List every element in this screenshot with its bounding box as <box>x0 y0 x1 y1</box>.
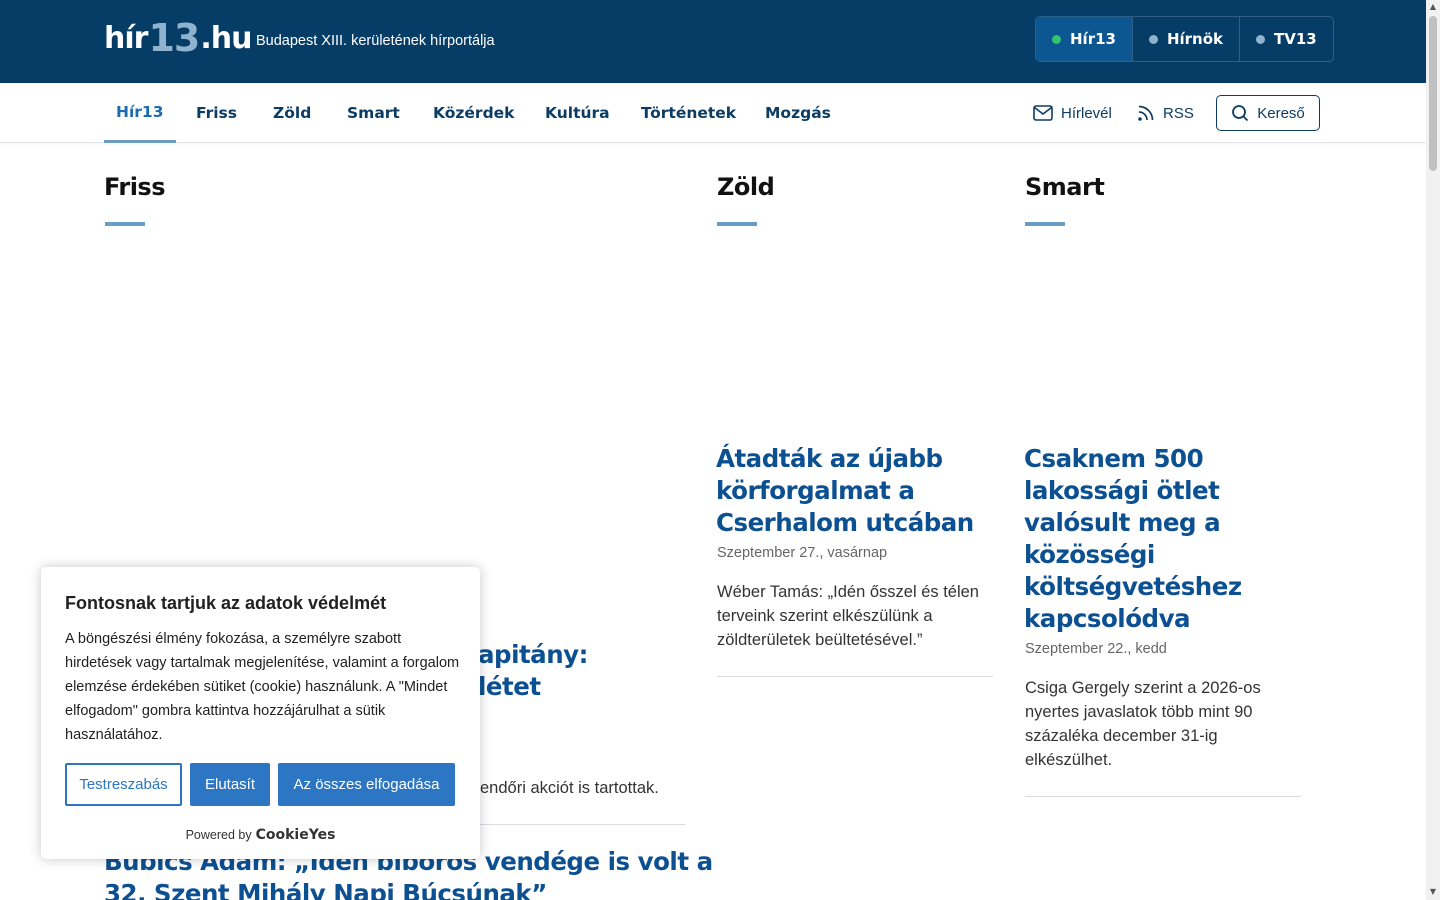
section-underline <box>105 222 145 226</box>
article-divider <box>717 676 993 677</box>
nav-item-smart[interactable]: Smart <box>347 83 400 143</box>
scroll-up-icon[interactable]: ▲ <box>1428 3 1438 11</box>
article-date: Szeptember 22., kedd <box>1025 641 1167 657</box>
site-tagline: Budapest XIII. kerületének hírportálja <box>256 33 495 49</box>
reject-button[interactable]: Elutasít <box>190 763 270 806</box>
article-title[interactable]: valósult meg a <box>1024 507 1221 539</box>
nav-item-friss[interactable]: Friss <box>196 83 237 143</box>
nav-item-kozerdek[interactable]: Közérdek <box>433 83 514 143</box>
cookie-consent-dialog: Fontosnak tartjuk az adatok védelmét A b… <box>41 567 480 859</box>
powered-by: Powered by CookieYes <box>41 827 480 843</box>
site-switch-label: TV13 <box>1274 30 1317 48</box>
nav-item-hir13[interactable]: Hír13 <box>104 83 176 143</box>
article-lead: zöldterületek beültetésével.” <box>717 631 923 649</box>
article-title[interactable]: kapcsolódva <box>1024 603 1191 635</box>
search-button[interactable]: Kereső <box>1216 95 1320 131</box>
site-switch-hirnok[interactable]: Hírnök <box>1131 17 1239 61</box>
cookie-body: A böngészési élmény fokozása, a személyr… <box>65 631 460 743</box>
section-title-friss: Friss <box>104 173 166 201</box>
article-title[interactable]: Átadták az újabb <box>716 443 943 475</box>
article-lead: elkészülhet. <box>1025 751 1113 769</box>
nav-item-zold[interactable]: Zöld <box>273 83 311 143</box>
rss-icon <box>1138 105 1154 121</box>
article-lead: endőri akciót is tartottak. <box>480 779 659 797</box>
search-label: Kereső <box>1257 104 1305 122</box>
article-title[interactable]: apitány: <box>478 639 588 671</box>
logo-number: 13 <box>148 16 200 60</box>
article-lead: Wéber Tamás: „Idén ősszel és télen <box>717 583 979 601</box>
rss-label: RSS <box>1163 104 1194 122</box>
article-title[interactable]: költségvetéshez <box>1024 571 1242 603</box>
site-switch-label: Hírnök <box>1166 30 1224 48</box>
article-lead: Csiga Gergely szerint a 2026-os <box>1025 679 1261 697</box>
article-date: Szeptember 27., vasárnap <box>717 545 888 561</box>
cookie-title: Fontosnak tartjuk az adatok védelmét <box>65 593 387 613</box>
status-dot-icon <box>1148 34 1158 44</box>
accept-all-button[interactable]: Az összes elfogadása <box>278 763 455 806</box>
site-switch-tv13[interactable]: TV13 <box>1239 17 1333 61</box>
nav-item-mozgas[interactable]: Mozgás <box>765 83 831 143</box>
rss-link[interactable]: RSS <box>1137 83 1194 143</box>
article-title[interactable]: körforgalmat a <box>716 475 915 507</box>
logo-text-right: .hu <box>200 20 252 56</box>
section-underline <box>717 222 757 226</box>
powered-by-label: Powered by <box>185 828 252 842</box>
site-switch-hir13[interactable]: Hír13 <box>1036 17 1132 61</box>
newsletter-link[interactable]: Hírlevél <box>1033 83 1112 143</box>
site-switcher: Hír13 Hírnök TV13 <box>1035 16 1334 62</box>
scroll-down-icon[interactable]: ▼ <box>1428 888 1438 896</box>
section-title-zold: Zöld <box>717 173 775 201</box>
article-title[interactable]: lakossági ötlet <box>1024 475 1220 507</box>
search-icon <box>1232 105 1249 122</box>
main-nav: Hír13 Friss Zöld Smart Közérdek Kultúra … <box>0 83 1426 143</box>
article-title[interactable]: Cserhalom utcában <box>716 507 974 539</box>
cookieyes-logo[interactable]: CookieYes <box>256 827 336 843</box>
article-lead: terveink szerint elkészülünk a <box>717 607 933 625</box>
article-title[interactable]: létet <box>478 671 541 703</box>
logo-text-left: hír <box>104 20 148 56</box>
status-dot-icon <box>1256 34 1266 44</box>
site-logo[interactable]: hír 13 .hu <box>104 14 252 62</box>
top-header: hír 13 .hu Budapest XIII. kerületének hírp… <box>0 0 1426 83</box>
article-divider <box>1025 796 1301 797</box>
scrollbar-thumb[interactable] <box>1429 16 1437 171</box>
newsletter-label: Hírlevél <box>1061 104 1112 122</box>
customize-button[interactable]: Testreszabás <box>65 763 182 806</box>
site-switch-label: Hír13 <box>1070 30 1116 48</box>
article-lead: nyertes javaslatok több mint 90 <box>1025 703 1253 721</box>
article-lead: százaléka december 31-ig <box>1025 727 1218 745</box>
article-title[interactable]: közösségi <box>1024 539 1155 571</box>
mail-icon <box>1033 105 1053 121</box>
section-underline <box>1025 222 1065 226</box>
nav-item-tortenetek[interactable]: Történetek <box>641 83 736 143</box>
nav-item-kultura[interactable]: Kultúra <box>545 83 610 143</box>
article-title[interactable]: Csaknem 500 <box>1024 443 1204 475</box>
article-title[interactable]: 32. Szent Mihály Napi Búcsúnak” <box>104 878 547 900</box>
status-dot-icon <box>1052 34 1061 44</box>
section-title-smart: Smart <box>1025 173 1105 201</box>
